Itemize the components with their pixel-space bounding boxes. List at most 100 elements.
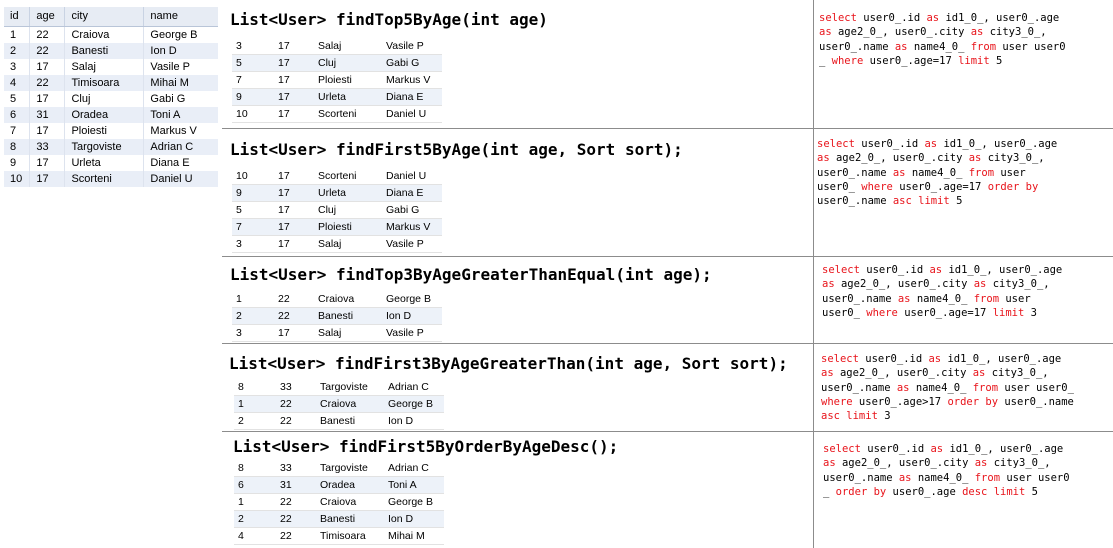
sql-text: age2_0_, user0_.city bbox=[833, 367, 973, 380]
sql-text: _ bbox=[819, 54, 832, 67]
result-cell: 9 bbox=[232, 88, 278, 106]
sql-line: user0_.name as name4_0_ from user user0 bbox=[823, 471, 1070, 485]
sql-keyword: order by bbox=[835, 485, 887, 498]
sql-line: asc limit 3 bbox=[821, 409, 1074, 423]
result-row: 2 22 Banesti Ion D bbox=[232, 307, 442, 325]
sql-keyword: as bbox=[926, 12, 940, 24]
sql-keyword: as bbox=[823, 457, 836, 470]
sql-text: user0_.name bbox=[823, 471, 899, 484]
table-row[interactable]: 9 17 Urleta Diana E bbox=[4, 155, 218, 171]
result-cell: 22 bbox=[280, 395, 320, 413]
result-cell: Urleta bbox=[318, 88, 386, 106]
result-cell: Toni A bbox=[388, 476, 444, 494]
panel-divider bbox=[222, 343, 1113, 344]
table-row[interactable]: 3 17 Salaj Vasile P bbox=[4, 59, 218, 75]
result-cell: 10 bbox=[236, 170, 248, 182]
sql-text: age2_0_, user0_.city bbox=[831, 26, 971, 39]
column-header-id[interactable]: id bbox=[4, 7, 31, 27]
sql-text: user0_.id bbox=[858, 353, 929, 365]
result-cell: 17 bbox=[278, 170, 290, 182]
sql-text: id1_0_, user0_.age bbox=[943, 443, 1064, 455]
table-row[interactable]: 8 33 Targoviste Adrian C bbox=[4, 139, 218, 155]
result-cell: Vasile P bbox=[386, 40, 424, 52]
cell-age: 33 bbox=[29, 139, 66, 155]
cell-city: Targoviste bbox=[64, 139, 145, 155]
sql-text: city3_0_, bbox=[986, 278, 1050, 291]
sql-text: user user0 bbox=[996, 40, 1066, 53]
sql-text: user0_.name bbox=[998, 395, 1074, 408]
cell-age: 17 bbox=[29, 155, 66, 171]
table-row[interactable]: 2 22 Banesti Ion D bbox=[4, 43, 218, 59]
result-row: 4 22 Timisoara Mihai M bbox=[234, 528, 444, 545]
sql-line: select user0_.id as id1_0_, user0_.age bbox=[821, 352, 1074, 366]
sql-line: _ order by user0_.age desc limit 5 bbox=[823, 485, 1070, 499]
result-cell: 17 bbox=[278, 108, 290, 120]
sql-keyword: as bbox=[970, 26, 984, 39]
table-row[interactable]: 1 22 Craiova George B bbox=[4, 26, 218, 43]
sql-line: user0_.name as name4_0_ from user user0 bbox=[819, 40, 1066, 54]
sql-keyword: as bbox=[819, 26, 832, 39]
result-cell: Vasile P bbox=[386, 327, 424, 339]
panel-divider bbox=[222, 128, 1113, 129]
table-row[interactable]: 10 17 Scorteni Daniel U bbox=[4, 171, 218, 187]
sql-keyword: as bbox=[822, 278, 835, 291]
sql-keyword: as bbox=[817, 152, 830, 165]
sql-query: select user0_.id as id1_0_, user0_.age as… bbox=[819, 11, 1066, 68]
panel-divider bbox=[222, 256, 1113, 257]
cell-name: Diana E bbox=[143, 155, 218, 171]
sql-text: user0_.id bbox=[854, 138, 925, 150]
sql-text: 3 bbox=[877, 410, 891, 423]
result-cell: Craiova bbox=[318, 293, 355, 305]
result-cell: Markus V bbox=[386, 74, 431, 86]
sql-keyword: from bbox=[972, 381, 999, 394]
column-header-city[interactable]: city bbox=[64, 7, 145, 27]
cell-id: 3 bbox=[4, 59, 31, 75]
result-cell: 17 bbox=[278, 204, 290, 216]
table-row[interactable]: 5 17 Cluj Gabi G bbox=[4, 91, 218, 107]
result-cell: 17 bbox=[278, 184, 318, 202]
sql-query: select user0_.id as id1_0_, user0_.age as… bbox=[823, 442, 1070, 499]
sql-text: user0_.name bbox=[819, 40, 895, 53]
result-cell: Craiova bbox=[320, 395, 388, 413]
sql-keyword: as bbox=[968, 152, 982, 165]
result-cell: 1 bbox=[238, 496, 244, 508]
sql-text: 5 bbox=[989, 54, 1003, 67]
sql-keyword: from bbox=[968, 166, 995, 179]
sql-query: select user0_.id as id1_0_, user0_.ageas… bbox=[821, 352, 1074, 423]
sql-keyword: asc limit bbox=[821, 410, 878, 423]
sql-keyword: select bbox=[822, 264, 860, 276]
result-cell: 17 bbox=[278, 327, 290, 339]
cell-city: Craiova bbox=[64, 26, 145, 43]
table-row[interactable]: 7 17 Ploiesti Markus V bbox=[4, 123, 218, 139]
sql-text: user0_.age=17 bbox=[897, 306, 993, 319]
panel-divider bbox=[222, 431, 1113, 432]
table-row[interactable]: 6 31 Oradea Toni A bbox=[4, 107, 218, 123]
result-cell: 2 bbox=[234, 510, 280, 528]
sql-text: user bbox=[994, 166, 1026, 179]
sql-keyword: limit bbox=[992, 306, 1025, 319]
sql-keyword: where bbox=[861, 180, 893, 193]
table-row[interactable]: 4 22 Timisoara Mihai M bbox=[4, 75, 218, 91]
sql-keyword: from bbox=[974, 471, 1001, 484]
sql-keyword: desc limit bbox=[962, 485, 1026, 498]
result-cell: Cluj bbox=[318, 54, 386, 72]
sql-line: user0_.name as name4_0_ from user bbox=[822, 292, 1062, 306]
result-cell: Banesti bbox=[320, 415, 356, 427]
cell-age: 17 bbox=[29, 59, 66, 75]
result-table: 1 22 Craiova George B 2 22 Banesti Ion D 3 17 Sala… bbox=[232, 291, 442, 342]
column-header-age[interactable]: age bbox=[29, 7, 66, 27]
cell-age: 17 bbox=[29, 171, 66, 187]
result-cell: Salaj bbox=[318, 40, 342, 52]
cell-id: 6 bbox=[4, 107, 31, 123]
cell-id: 8 bbox=[4, 139, 31, 155]
result-row: 7 17 Ploiesti Markus V bbox=[232, 218, 442, 236]
cell-age: 17 bbox=[29, 123, 66, 139]
result-cell: Oradea bbox=[320, 476, 388, 494]
sql-text: city3_0_, bbox=[987, 457, 1051, 470]
cell-age: 31 bbox=[29, 107, 66, 123]
result-cell: Ion D bbox=[388, 415, 414, 427]
column-header-name[interactable]: name bbox=[143, 7, 218, 27]
result-cell: Banesti bbox=[318, 307, 386, 325]
sql-keyword: select bbox=[817, 138, 855, 150]
result-cell: Targoviste bbox=[320, 462, 368, 474]
